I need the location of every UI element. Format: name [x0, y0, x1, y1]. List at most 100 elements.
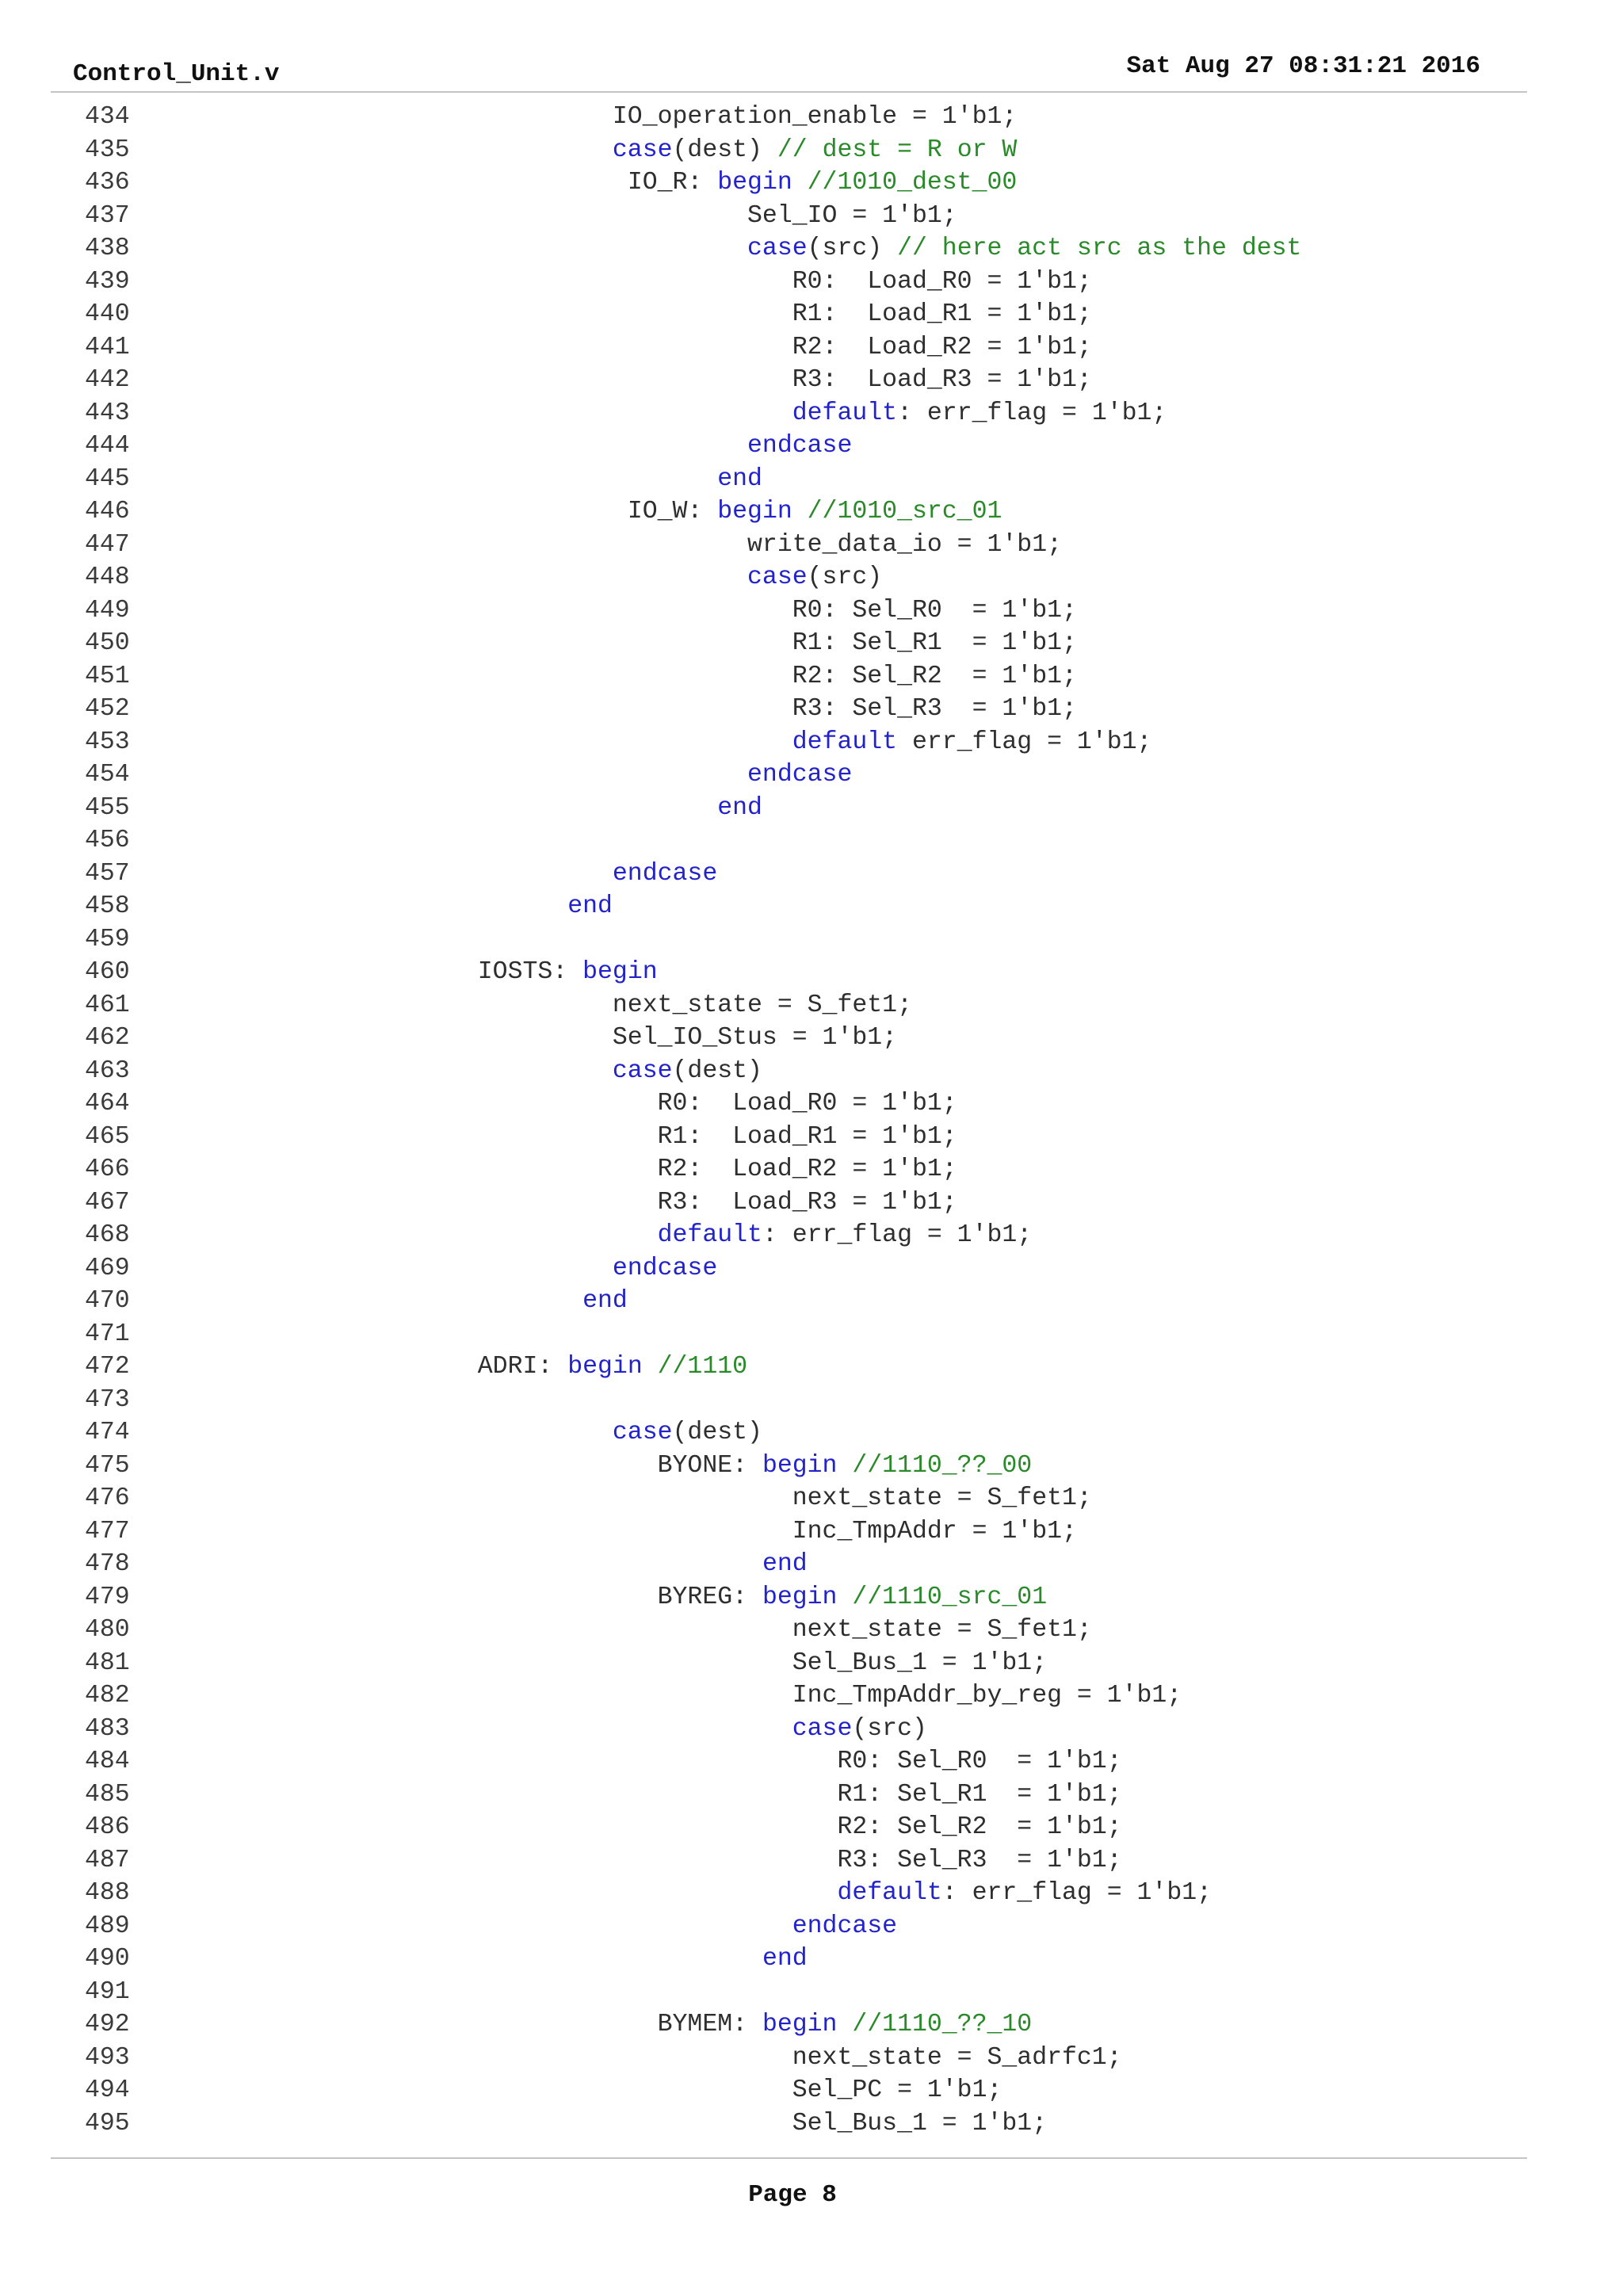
code-line: 482 Inc_TmpAddr_by_reg = 1'b1; — [0, 1679, 1623, 1713]
line-number: 491 — [85, 1977, 130, 2006]
code-token: (src) — [807, 235, 898, 262]
code-text: endcase — [133, 1910, 897, 1943]
code-line: 464 R0: Load_R0 = 1'b1; — [0, 1087, 1623, 1121]
code-line: 455 end — [0, 792, 1623, 825]
code-line: 492 BYMEM: begin //1110_??_10 — [0, 2008, 1623, 2042]
code-text: BYONE: begin //1110_??_00 — [133, 1450, 1033, 1483]
line-number: 467 — [85, 1188, 130, 1217]
line-number: 452 — [85, 695, 130, 723]
code-line: 483 case(src) — [0, 1713, 1623, 1746]
keyword-token: endcase — [612, 859, 718, 888]
code-line: 460 IOSTS: begin — [0, 956, 1623, 989]
line-number: 462 — [85, 1024, 130, 1052]
printed-page: Control_Unit.v Sat Aug 27 08:31:21 2016 … — [0, 0, 1623, 2296]
line-number: 446 — [85, 498, 130, 525]
code-token: R2: Sel_R2 = 1'b1; — [792, 662, 1077, 690]
code-line: 469 endcase — [0, 1252, 1623, 1286]
code-text: Inc_TmpAddr = 1'b1; — [133, 1515, 1077, 1549]
line-number: 489 — [85, 1912, 130, 1940]
code-line: 454 endcase — [0, 758, 1623, 792]
code-text: Sel_Bus_1 = 1'b1; — [133, 1647, 1047, 1680]
code-token: IO_W: — [627, 498, 718, 525]
code-text: Sel_PC = 1'b1; — [133, 2074, 1002, 2107]
line-number: 475 — [85, 1451, 130, 1480]
code-line: 440 R1: Load_R1 = 1'b1; — [0, 298, 1623, 331]
line-number: 459 — [85, 925, 130, 953]
header-timestamp: Sat Aug 27 08:31:21 2016 — [1126, 52, 1480, 80]
code-text: R1: Load_R1 = 1'b1; — [133, 298, 1092, 331]
code-text: R1: Sel_R1 = 1'b1; — [133, 627, 1077, 660]
code-text: Inc_TmpAddr_by_reg = 1'b1; — [133, 1679, 1182, 1713]
line-number: 488 — [85, 1879, 130, 1907]
code-line: 470 end — [0, 1285, 1623, 1318]
code-text: R0: Load_R0 = 1'b1; — [133, 1087, 957, 1121]
keyword-token: end — [762, 1945, 808, 1973]
code-token: Inc_TmpAddr_by_reg = 1'b1; — [792, 1682, 1182, 1710]
code-line: 446 IO_W: begin //1010_src_01 — [0, 495, 1623, 529]
line-number: 461 — [85, 991, 130, 1019]
code-token: ADRI: — [477, 1353, 568, 1381]
keyword-token: case — [612, 136, 673, 164]
code-token: R1: Sel_R1 = 1'b1; — [837, 1780, 1122, 1809]
code-text: case(src) // here act src as the dest — [133, 232, 1301, 266]
code-token: R0: Load_R0 = 1'b1; — [657, 1090, 957, 1117]
comment-token: //1110 — [657, 1353, 748, 1381]
comment-token: //1010_dest_00 — [807, 169, 1018, 197]
code-line: 449 R0: Sel_R0 = 1'b1; — [0, 594, 1623, 628]
line-number: 469 — [85, 1254, 130, 1282]
code-line: 445 end — [0, 463, 1623, 496]
code-line: 468 default: err_flag = 1'b1; — [0, 1219, 1623, 1252]
code-token: : err_flag = 1'b1; — [762, 1221, 1033, 1249]
code-token: next_state = S_fet1; — [612, 991, 912, 1019]
comment-token: //1010_src_01 — [807, 498, 1002, 525]
code-line: 489 endcase — [0, 1910, 1623, 1943]
line-number: 448 — [85, 563, 130, 591]
code-line: 486 R2: Sel_R2 = 1'b1; — [0, 1811, 1623, 1844]
code-line: 495 Sel_Bus_1 = 1'b1; — [0, 2107, 1623, 2141]
code-token: BYONE: — [657, 1451, 762, 1480]
keyword-token: case — [792, 1714, 853, 1743]
code-line: 457 endcase — [0, 858, 1623, 891]
line-number: 474 — [85, 1419, 130, 1446]
code-line: 458 end — [0, 890, 1623, 923]
code-token: : err_flag = 1'b1; — [941, 1879, 1212, 1907]
keyword-token: end — [582, 1287, 628, 1315]
code-line: 451 R2: Sel_R2 = 1'b1; — [0, 660, 1623, 693]
code-token: IOSTS: — [477, 958, 583, 986]
code-text: R2: Sel_R2 = 1'b1; — [133, 1811, 1121, 1844]
code-line: 471 — [0, 1318, 1623, 1351]
code-token: R1: Sel_R1 = 1'b1; — [792, 629, 1077, 657]
line-number: 435 — [85, 136, 130, 164]
line-number: 485 — [85, 1780, 130, 1809]
code-token: BYMEM: — [657, 2011, 762, 2038]
line-number: 495 — [85, 2109, 130, 2137]
keyword-token: endcase — [747, 432, 853, 460]
comment-token: // here act src as the dest — [897, 235, 1302, 262]
code-line: 437 Sel_IO = 1'b1; — [0, 200, 1623, 233]
code-token: R0: Sel_R0 = 1'b1; — [792, 596, 1077, 625]
line-number: 483 — [85, 1714, 130, 1743]
code-line: 472 ADRI: begin //1110 — [0, 1350, 1623, 1384]
line-number: 473 — [85, 1385, 130, 1414]
keyword-token: end — [717, 464, 762, 493]
line-number: 440 — [85, 300, 130, 328]
line-number: 455 — [85, 793, 130, 822]
code-token: BYREG: — [657, 1583, 762, 1611]
line-number: 481 — [85, 1648, 130, 1677]
line-number: 437 — [85, 201, 130, 230]
footer: Page 8 — [0, 2181, 1623, 2209]
code-line: 463 case(dest) — [0, 1055, 1623, 1088]
code-line: 439 R0: Load_R0 = 1'b1; — [0, 266, 1623, 299]
keyword-token: case — [612, 1419, 673, 1446]
code-token: (src) — [852, 1714, 927, 1743]
code-text: Sel_IO = 1'b1; — [133, 200, 957, 233]
code-line: 481 Sel_Bus_1 = 1'b1; — [0, 1647, 1623, 1680]
code-line: 485 R1: Sel_R1 = 1'b1; — [0, 1778, 1623, 1812]
keyword-token: default — [657, 1221, 762, 1249]
code-token: IO_operation_enable = 1'b1; — [612, 103, 1018, 131]
line-number: 476 — [85, 1484, 130, 1512]
code-text: default: err_flag = 1'b1; — [133, 1219, 1033, 1252]
code-token: IO_R: — [627, 169, 718, 197]
